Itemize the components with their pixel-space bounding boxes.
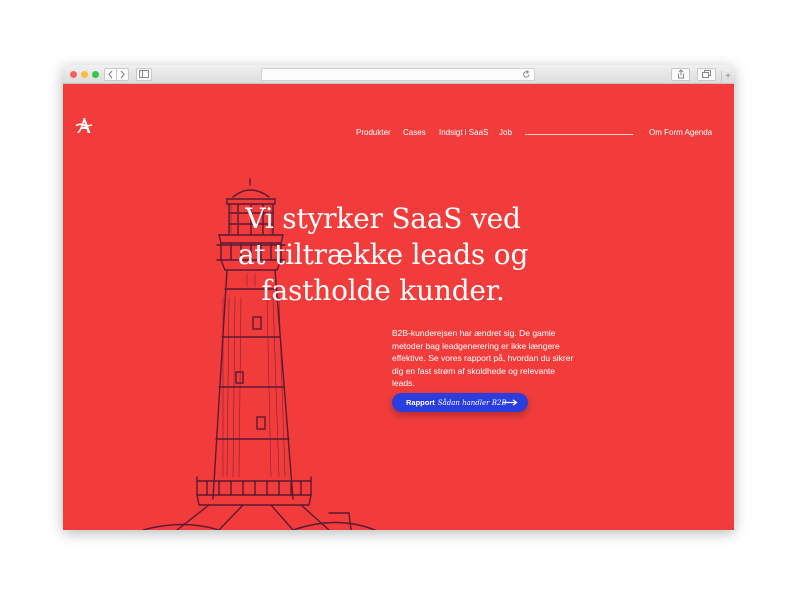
headline-line-1: Vi styrker SaaS ved bbox=[245, 202, 521, 235]
new-tab-button[interactable]: + bbox=[721, 71, 734, 84]
headline-line-2: at tiltrække leads og bbox=[237, 238, 529, 271]
nav-item-job[interactable]: Job bbox=[499, 128, 512, 138]
chevron-left-icon bbox=[108, 70, 113, 79]
share-button[interactable] bbox=[671, 68, 690, 81]
hero-headline: Vi styrker SaaS ved at tiltrække leads o… bbox=[203, 201, 563, 309]
nav-divider bbox=[525, 134, 633, 135]
tabs-icon bbox=[702, 70, 711, 78]
cta-label-italic: Sådan handler B2B bbox=[437, 399, 507, 407]
share-icon bbox=[677, 69, 684, 79]
nav-item-cases[interactable]: Cases bbox=[403, 128, 426, 138]
hero-body-text: B2B-kunderejsen har ændret sig. De gamle… bbox=[392, 328, 574, 388]
minimize-window-button[interactable] bbox=[81, 71, 88, 78]
browser-toolbar: + bbox=[63, 65, 734, 84]
cta-label-bold: Rapport bbox=[406, 398, 435, 407]
headline-line-3: fastholde kunder. bbox=[261, 274, 505, 307]
reload-icon[interactable] bbox=[522, 69, 531, 80]
nav-item-indsigt-i-saas[interactable]: Indsigt i SaaS bbox=[439, 128, 488, 138]
close-window-button[interactable] bbox=[70, 71, 77, 78]
zoom-window-button[interactable] bbox=[92, 71, 99, 78]
agenda-logo-icon[interactable] bbox=[75, 114, 93, 136]
nav-item-produkter[interactable]: Produkter bbox=[356, 128, 391, 138]
tabs-button[interactable] bbox=[697, 68, 716, 81]
report-cta-button[interactable]: Rapport Sådan handler B2B bbox=[392, 393, 528, 412]
nav-item-om-form-agenda[interactable]: Om Form Agenda bbox=[649, 128, 712, 138]
chevron-right-icon bbox=[120, 70, 125, 79]
forward-button[interactable] bbox=[116, 68, 129, 81]
landing-page: Produkter Cases Indsigt i SaaS Job Om Fo… bbox=[63, 84, 734, 530]
browser-window: + Produkter Cases Indsigt i SaaS Job Om … bbox=[63, 65, 734, 530]
arrow-right-icon bbox=[503, 399, 518, 406]
address-bar[interactable] bbox=[261, 68, 535, 81]
sidebar-icon bbox=[139, 70, 149, 78]
sidebar-toggle-button[interactable] bbox=[136, 68, 152, 81]
